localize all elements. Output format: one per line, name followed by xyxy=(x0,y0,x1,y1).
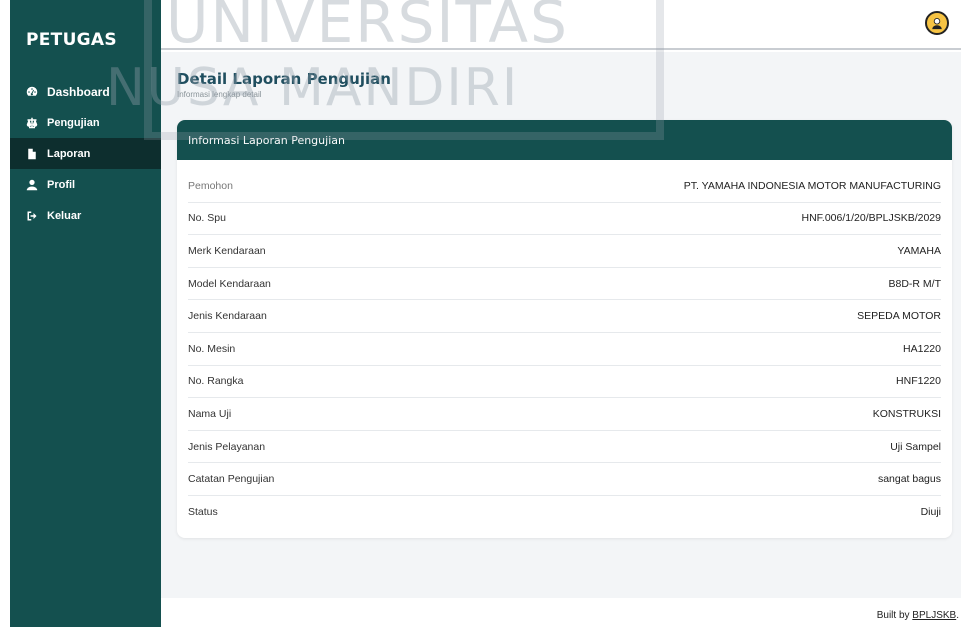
page-subtitle: Informasi lengkap detail xyxy=(177,90,262,99)
file-icon xyxy=(25,147,39,161)
footer-suffix: . xyxy=(956,610,959,621)
detail-row: Jenis Pelayanan Uji Sampel xyxy=(188,431,941,464)
detail-row-label: No. Rangka xyxy=(188,375,244,388)
detail-row-value: Diuji xyxy=(920,506,941,519)
detail-row-label: Pemohon xyxy=(188,179,233,192)
sidebar-item-label: Keluar xyxy=(47,209,82,222)
detail-row: Nama Uji KONSTRUKSI xyxy=(188,398,941,431)
sidebar-item-label: Pengujian xyxy=(47,116,100,129)
detail-row-label: Merk Kendaraan xyxy=(188,244,266,257)
detail-row-value: SEPEDA MOTOR xyxy=(857,310,941,323)
detail-rows: Pemohon PT. YAMAHA INDONESIA MOTOR MANUFA… xyxy=(177,160,952,529)
sidebar-item-profil[interactable]: Profil xyxy=(10,169,161,200)
detail-row-label: Nama Uji xyxy=(188,407,232,420)
detail-row-value: Uji Sampel xyxy=(890,440,941,453)
detail-row-value: sangat bagus xyxy=(877,473,941,486)
detail-row: Jenis Kendaraan SEPEDA MOTOR xyxy=(188,300,941,333)
detail-row-value: HNF1220 xyxy=(896,375,941,388)
detail-row: Status Diuji xyxy=(188,496,941,529)
topbar xyxy=(161,0,961,50)
card-header: Informasi Laporan Pengujian xyxy=(177,120,952,160)
detail-row-value: B8D-R M/T xyxy=(888,277,942,290)
sidebar: PETUGAS Dashboard Pengujian Laporan Prof… xyxy=(10,0,161,627)
detail-row-label: Jenis Kendaraan xyxy=(188,310,267,323)
detail-row: No. Mesin HA1220 xyxy=(188,333,941,366)
user-icon xyxy=(25,178,39,192)
footer: Built by BPLJSKB. xyxy=(161,598,961,627)
sidebar-nav: Dashboard Pengujian Laporan Profil Kelua… xyxy=(10,76,161,231)
detail-row: Catatan Pengujian sangat bagus xyxy=(188,463,941,496)
detail-row: No. Rangka HNF1220 xyxy=(188,366,941,399)
user-avatar-icon[interactable] xyxy=(925,11,949,35)
sidebar-item-pengujian[interactable]: Pengujian xyxy=(10,107,161,138)
balance-scale-icon xyxy=(25,116,39,130)
detail-row-value: PT. YAMAHA INDONESIA MOTOR MANUFACTURING xyxy=(683,179,941,192)
sidebar-item-label: Dashboard xyxy=(47,84,110,99)
detail-row-value: YAMAHA xyxy=(897,244,941,257)
sign-out-icon xyxy=(25,209,39,223)
detail-row-label: Status xyxy=(188,506,218,519)
detail-row-value: HA1220 xyxy=(903,342,941,355)
detail-row: Model Kendaraan B8D-R M/T xyxy=(188,268,941,301)
detail-row-value: HNF.006/1/20/BPLJSKB/2029 xyxy=(801,212,941,225)
sidebar-item-keluar[interactable]: Keluar xyxy=(10,200,161,231)
detail-row-label: No. Mesin xyxy=(188,342,236,355)
footer-link[interactable]: BPLJSKB xyxy=(912,610,956,621)
footer-prefix: Built by xyxy=(876,610,913,621)
detail-row: Pemohon PT. YAMAHA INDONESIA MOTOR MANUFA… xyxy=(188,170,941,203)
detail-row-label: Model Kendaraan xyxy=(188,277,271,290)
detail-card: Informasi Laporan Pengujian Pemohon PT. Y… xyxy=(177,120,952,538)
sidebar-item-dashboard[interactable]: Dashboard xyxy=(10,76,161,107)
tachometer-icon xyxy=(25,85,39,99)
detail-row: No. Spu HNF.006/1/20/BPLJSKB/2029 xyxy=(188,203,941,236)
brand-title: PETUGAS xyxy=(26,30,117,50)
detail-row-label: Jenis Pelayanan xyxy=(188,440,266,453)
detail-row-label: No. Spu xyxy=(188,212,226,225)
detail-row-label: Catatan Pengujian xyxy=(188,473,275,486)
sidebar-item-laporan[interactable]: Laporan xyxy=(10,138,161,169)
sidebar-item-label: Profil xyxy=(47,178,76,191)
footer-credit: Built by BPLJSKB. xyxy=(877,610,959,621)
sidebar-item-label: Laporan xyxy=(47,147,91,160)
page-title: Detail Laporan Pengujian xyxy=(177,70,391,88)
main-content: Detail Laporan Pengujian Informasi lengk… xyxy=(161,52,961,598)
detail-row: Merk Kendaraan YAMAHA xyxy=(188,235,941,268)
detail-row-value: KONSTRUKSI xyxy=(872,407,941,420)
